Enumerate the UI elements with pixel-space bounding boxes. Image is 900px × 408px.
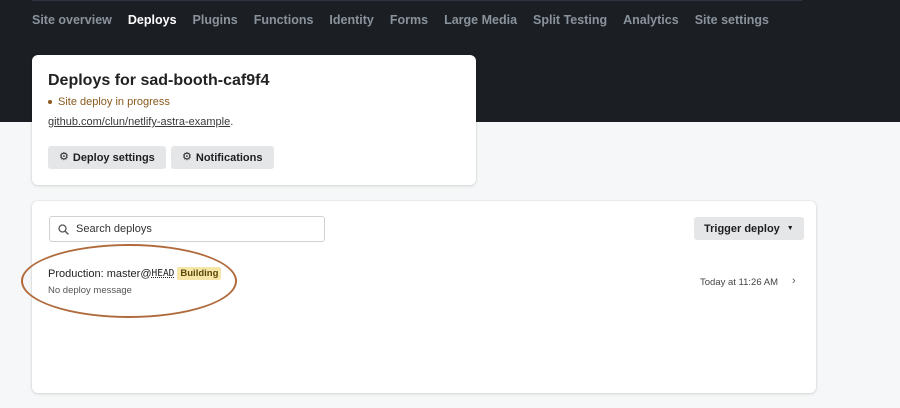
deploy-ref: HEAD xyxy=(151,268,175,279)
site-nav: Site overview Deploys Plugins Functions … xyxy=(32,13,769,27)
deploy-context: Production: master@ xyxy=(48,267,152,280)
page-title: Deploys for sad-booth-caf9f4 xyxy=(48,72,270,89)
deploy-settings-label: Deploy settings xyxy=(72,151,155,164)
chevron-down-icon: ▼ xyxy=(786,225,794,232)
nav-deploys[interactable]: Deploys xyxy=(128,13,177,27)
nav-site-overview[interactable]: Site overview xyxy=(32,13,112,27)
repo-link[interactable]: github.com/clun/netlify-astra-example xyxy=(48,116,230,128)
deploy-status-text: Site deploy in progress xyxy=(58,96,170,108)
nav-identity[interactable]: Identity xyxy=(329,13,373,27)
status-badge: Building xyxy=(177,267,222,280)
deploys-list-card: Trigger deploy ▼ Production: master@HEAD… xyxy=(32,201,816,393)
gear-icon: ⚙ xyxy=(59,151,69,163)
notifications-label: Notifications xyxy=(195,151,263,164)
repo-suffix: . xyxy=(230,116,234,128)
gear-icon: ⚙ xyxy=(182,151,192,163)
nav-site-settings[interactable]: Site settings xyxy=(695,13,769,27)
nav-large-media[interactable]: Large Media xyxy=(444,13,517,27)
header-divider xyxy=(32,0,802,1)
deploy-settings-button[interactable]: ⚙ Deploy settings xyxy=(48,146,166,169)
status-dot-icon xyxy=(48,100,52,104)
nav-functions[interactable]: Functions xyxy=(254,13,314,27)
search-box[interactable] xyxy=(49,216,325,242)
deploy-message: No deploy message xyxy=(48,285,132,296)
notifications-button[interactable]: ⚙ Notifications xyxy=(171,146,274,169)
trigger-deploy-label: Trigger deploy xyxy=(704,222,780,235)
nav-analytics[interactable]: Analytics xyxy=(623,13,679,27)
repo-line: github.com/clun/netlify-astra-example. xyxy=(48,116,233,128)
trigger-deploy-button[interactable]: Trigger deploy ▼ xyxy=(694,217,804,240)
deploy-row-title: Production: master@ HEAD Building xyxy=(48,267,222,280)
search-input[interactable] xyxy=(76,223,306,235)
nav-forms[interactable]: Forms xyxy=(390,13,428,27)
nav-split-testing[interactable]: Split Testing xyxy=(533,13,607,27)
search-icon xyxy=(58,223,69,235)
deploy-status: Site deploy in progress xyxy=(48,96,170,108)
chevron-right-icon: › xyxy=(792,275,796,287)
deploy-time: Today at 11:26 AM xyxy=(700,277,778,288)
site-deploy-card: Deploys for sad-booth-caf9f4 Site deploy… xyxy=(32,55,476,185)
nav-plugins[interactable]: Plugins xyxy=(193,13,238,27)
deploy-row[interactable]: Production: master@ HEAD Building No depl… xyxy=(32,261,816,305)
